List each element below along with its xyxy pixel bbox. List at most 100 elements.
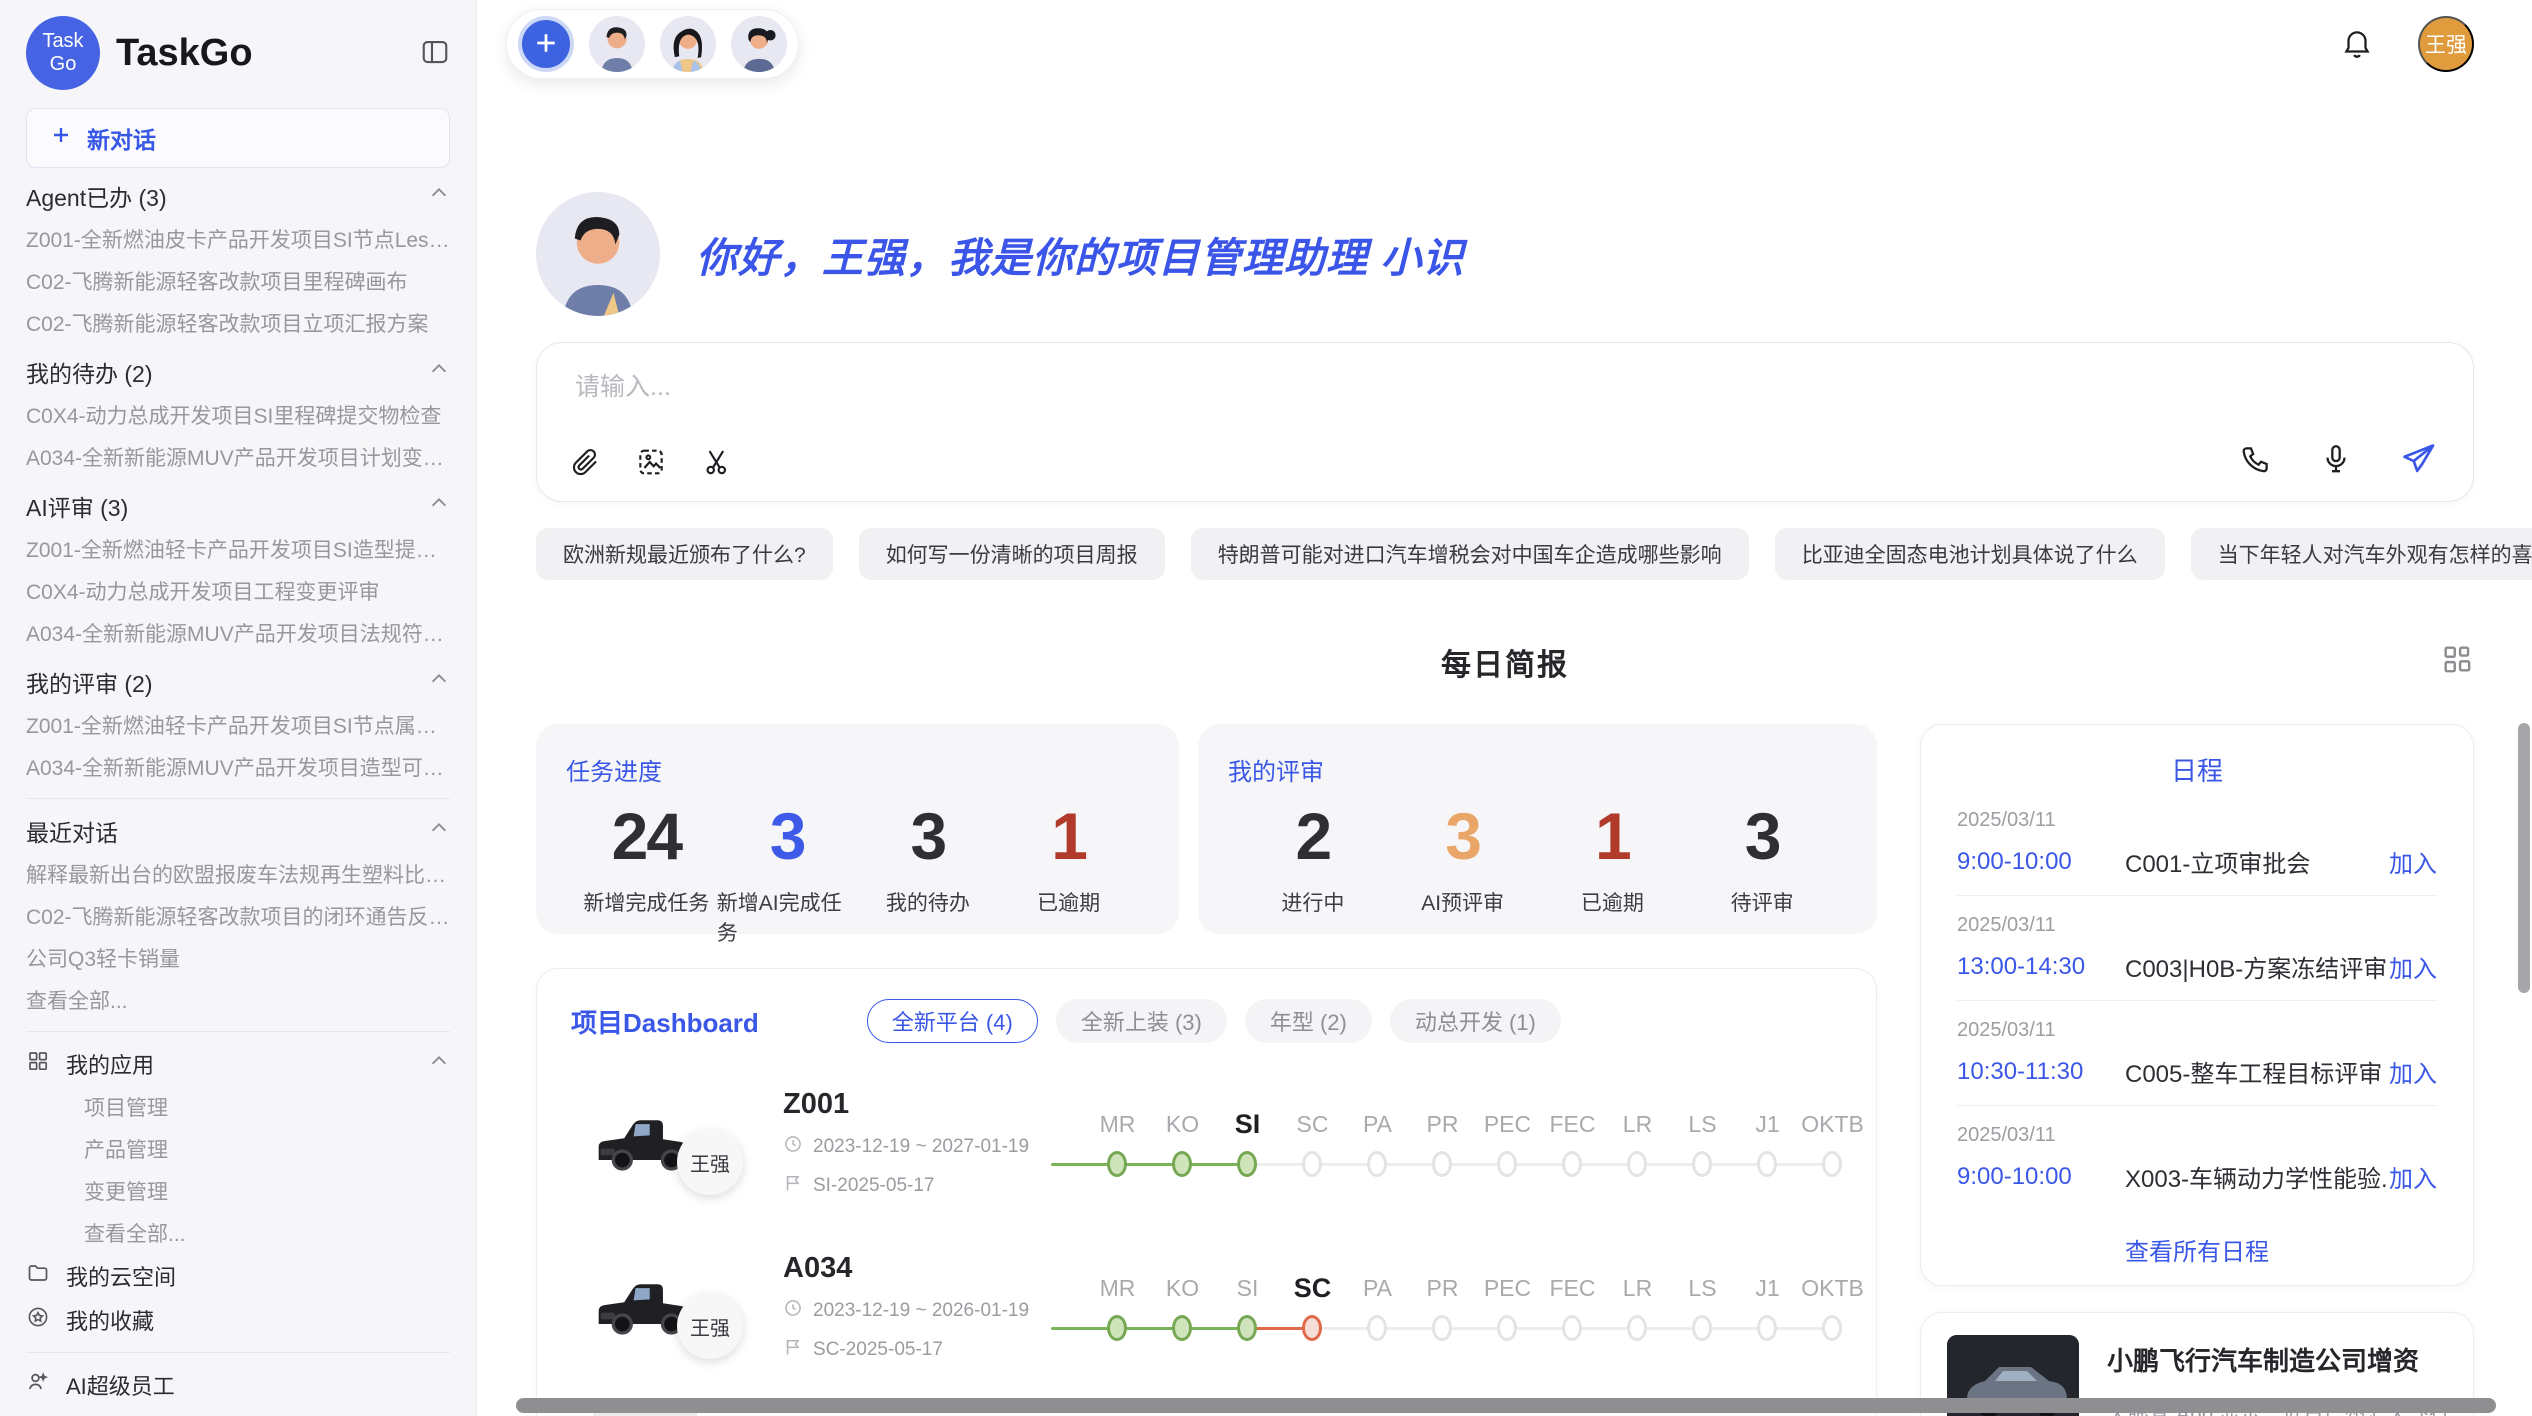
horizontal-scrollbar[interactable] [516,1398,2496,1413]
project-code: Z001 [783,1088,1043,1121]
list-item[interactable]: C0X4-动力总成开发项目SI里程碑提交物检查 [26,394,450,436]
section-title: AI评审 (3) [26,489,128,523]
item-label: C0X4-动力总成开发项目工程变更评审 [26,576,380,606]
add-agent-button[interactable] [518,16,574,72]
ai-person-icon [26,1370,50,1400]
layout-toggle-button[interactable] [2440,642,2474,679]
chevron-up-icon [428,492,450,520]
milestone-node [1627,1151,1647,1177]
suggestion-chip[interactable]: 特朗普可能对进口汽车增税会对中国车企造成哪些影响 [1191,528,1749,580]
suggestion-chip[interactable]: 比亚迪全固态电池计划具体说了什么 [1775,528,2165,580]
project-image-wrap: 王强 [593,1265,745,1349]
list-item[interactable]: C02-飞腾新能源轻客改款项目里程碑画布 [26,260,450,302]
section-header-ai-review[interactable]: AI评审 (3) [26,484,450,528]
item-label: 查看全部... [26,985,128,1015]
view-all-chats-link[interactable]: 查看全部... [26,979,450,1021]
new-chat-button[interactable]: 新对话 [26,108,450,168]
list-item[interactable]: Z001-全新燃油皮卡产品开发项目SI节点Lesson Learn报告 [26,218,450,260]
project-info: A034 2023-12-19 ~ 2026-01-19 SC-2025-05-… [783,1252,1043,1363]
flag-icon [783,1173,803,1199]
schedule-item: 2025/03/11 13:00-14:30 C003|H0B-方案冻结评审 加… [1957,895,2437,1000]
sidebar-item-my-favorites[interactable]: 我的收藏 [26,1298,450,1342]
send-plane-icon [2399,440,2437,481]
stat-label: AI预评审 [1421,887,1504,917]
chat-input[interactable] [555,373,2073,402]
panel-collapse-icon [420,37,450,70]
join-meeting-button[interactable]: 加入 [2389,1159,2437,1194]
list-item[interactable]: Z001-全新燃油轻卡产品开发项目SI节点属性5D文件评审 [26,704,450,746]
suggestion-chip[interactable]: 欧洲新规最近颁布了什么? [536,528,833,580]
clock-icon [783,1298,803,1324]
section-title: 最近对话 [26,814,118,848]
view-all-apps-link[interactable]: 查看全部... [26,1212,450,1254]
list-item[interactable]: C02-飞腾新能源轻客改款项目立项汇报方案 [26,302,450,344]
avatar[interactable] [660,16,716,72]
section-header-agent-done[interactable]: Agent已办 (3) [26,174,450,218]
milestone-label: PEC [1475,1269,1540,1307]
sidebar-item-project-mgmt[interactable]: 项目管理 [26,1086,450,1128]
item-label: 公司Q3轻卡销量 [26,943,180,973]
stats-row: 任务进度 24 新增完成任务 3 新增AI完成任务 3 [536,724,1877,934]
schedule-name: X003-车辆动力学性能验... [2125,1159,2389,1194]
screenshot-button[interactable] [701,446,733,481]
schedule-title: 日程 [1957,751,2437,791]
tab-new-platform[interactable]: 全新平台 (4) [867,999,1038,1043]
list-item[interactable]: 公司Q3轻卡销量 [26,937,450,979]
vertical-scrollbar[interactable] [2518,723,2530,993]
view-all-schedule-link[interactable]: 查看所有日程 [1921,1232,2473,1267]
suggestion-chip[interactable]: 当下年轻人对汽车外观有怎样的喜好趋势 [2191,528,2532,580]
sidebar-item-change-mgmt[interactable]: 变更管理 [26,1170,450,1212]
sidebar-divider [26,798,450,799]
project-row[interactable]: 王强 Z001 2023-12-19 ~ 2027-01-19 SI-2025-… [537,1043,1876,1207]
suggestion-chip[interactable]: 如何写一份清晰的项目周报 [859,528,1165,580]
milestone-label: MR [1085,1269,1150,1307]
section-header-recent-chats[interactable]: 最近对话 [26,809,450,853]
apps-grid-icon [26,1049,50,1079]
join-meeting-button[interactable]: 加入 [2389,949,2437,984]
schedule-name: C003|H0B-方案冻结评审 [2125,949,2389,984]
milestone-node [1562,1315,1582,1341]
sidebar-collapse-button[interactable] [420,37,450,70]
milestone-label: FEC [1540,1105,1605,1143]
tab-powertrain[interactable]: 动总开发 (1) [1390,999,1561,1043]
list-item[interactable]: C02-飞腾新能源轻客改款项目的闭环通告反馈情况 [26,895,450,937]
section-header-my-todo[interactable]: 我的待办 (2) [26,350,450,394]
item-label: C0X4-动力总成开发项目SI里程碑提交物检查 [26,400,441,430]
daily-briefing-header: 每日简报 [536,638,2474,686]
section-header-my-review[interactable]: 我的评审 (2) [26,660,450,704]
sidebar-item-my-cloud[interactable]: 我的云空间 [26,1254,450,1298]
send-button[interactable] [2399,440,2437,481]
project-row[interactable]: 王强 A034 2023-12-19 ~ 2026-01-19 SC-2025-… [537,1207,1876,1371]
milestone-timeline: MR KO SI SC PA PR PEC FEC LR LS J1 [1051,1269,1865,1345]
avatar[interactable] [589,16,645,72]
list-item[interactable]: A034-全新新能源MUV产品开发项目计划变更表编写 [26,436,450,478]
attach-file-button[interactable] [569,446,601,481]
list-item[interactable]: Z001-全新燃油轻卡产品开发项目SI造型提交物评审 [26,528,450,570]
list-item[interactable]: 解释最新出台的欧盟报废车法规再生塑料比例被调至15%... [26,853,450,895]
list-item[interactable]: A034-全新新能源MUV产品开发项目法规符合性评审 [26,612,450,654]
tab-model-year[interactable]: 年型 (2) [1245,999,1372,1043]
milestone-label: PA [1345,1269,1410,1307]
avatar[interactable] [731,16,787,72]
voice-call-button[interactable] [2239,442,2273,479]
item-label: 解释最新出台的欧盟报废车法规再生塑料比例被调至15%... [26,859,450,889]
stat-value: 3 [1745,801,1780,871]
sidebar-item-ai-employee[interactable]: AI超级员工 [26,1363,450,1407]
join-meeting-button[interactable]: 加入 [2389,844,2437,879]
schedule-time: 13:00-14:30 [1957,953,2125,981]
microphone-button[interactable] [2319,442,2353,479]
join-meeting-button[interactable]: 加入 [2389,1054,2437,1089]
item-label: A034-全新新能源MUV产品开发项目造型可行性评审 [26,752,450,782]
attach-image-button[interactable] [635,446,667,481]
sidebar-item-help-me-write[interactable]: 帮我写作 [26,1407,450,1416]
sidebar-item-my-apps[interactable]: 我的应用 [26,1042,450,1086]
notifications-button[interactable] [2340,26,2374,63]
user-avatar[interactable]: 王强 [2418,16,2474,72]
sidebar-item-product-mgmt[interactable]: 产品管理 [26,1128,450,1170]
item-label: C02-飞腾新能源轻客改款项目立项汇报方案 [26,308,429,338]
item-label: C02-飞腾新能源轻客改款项目里程碑画布 [26,266,408,296]
bell-icon [2340,26,2374,63]
tab-new-body[interactable]: 全新上装 (3) [1056,999,1227,1043]
list-item[interactable]: A034-全新新能源MUV产品开发项目造型可行性评审 [26,746,450,788]
list-item[interactable]: C0X4-动力总成开发项目工程变更评审 [26,570,450,612]
